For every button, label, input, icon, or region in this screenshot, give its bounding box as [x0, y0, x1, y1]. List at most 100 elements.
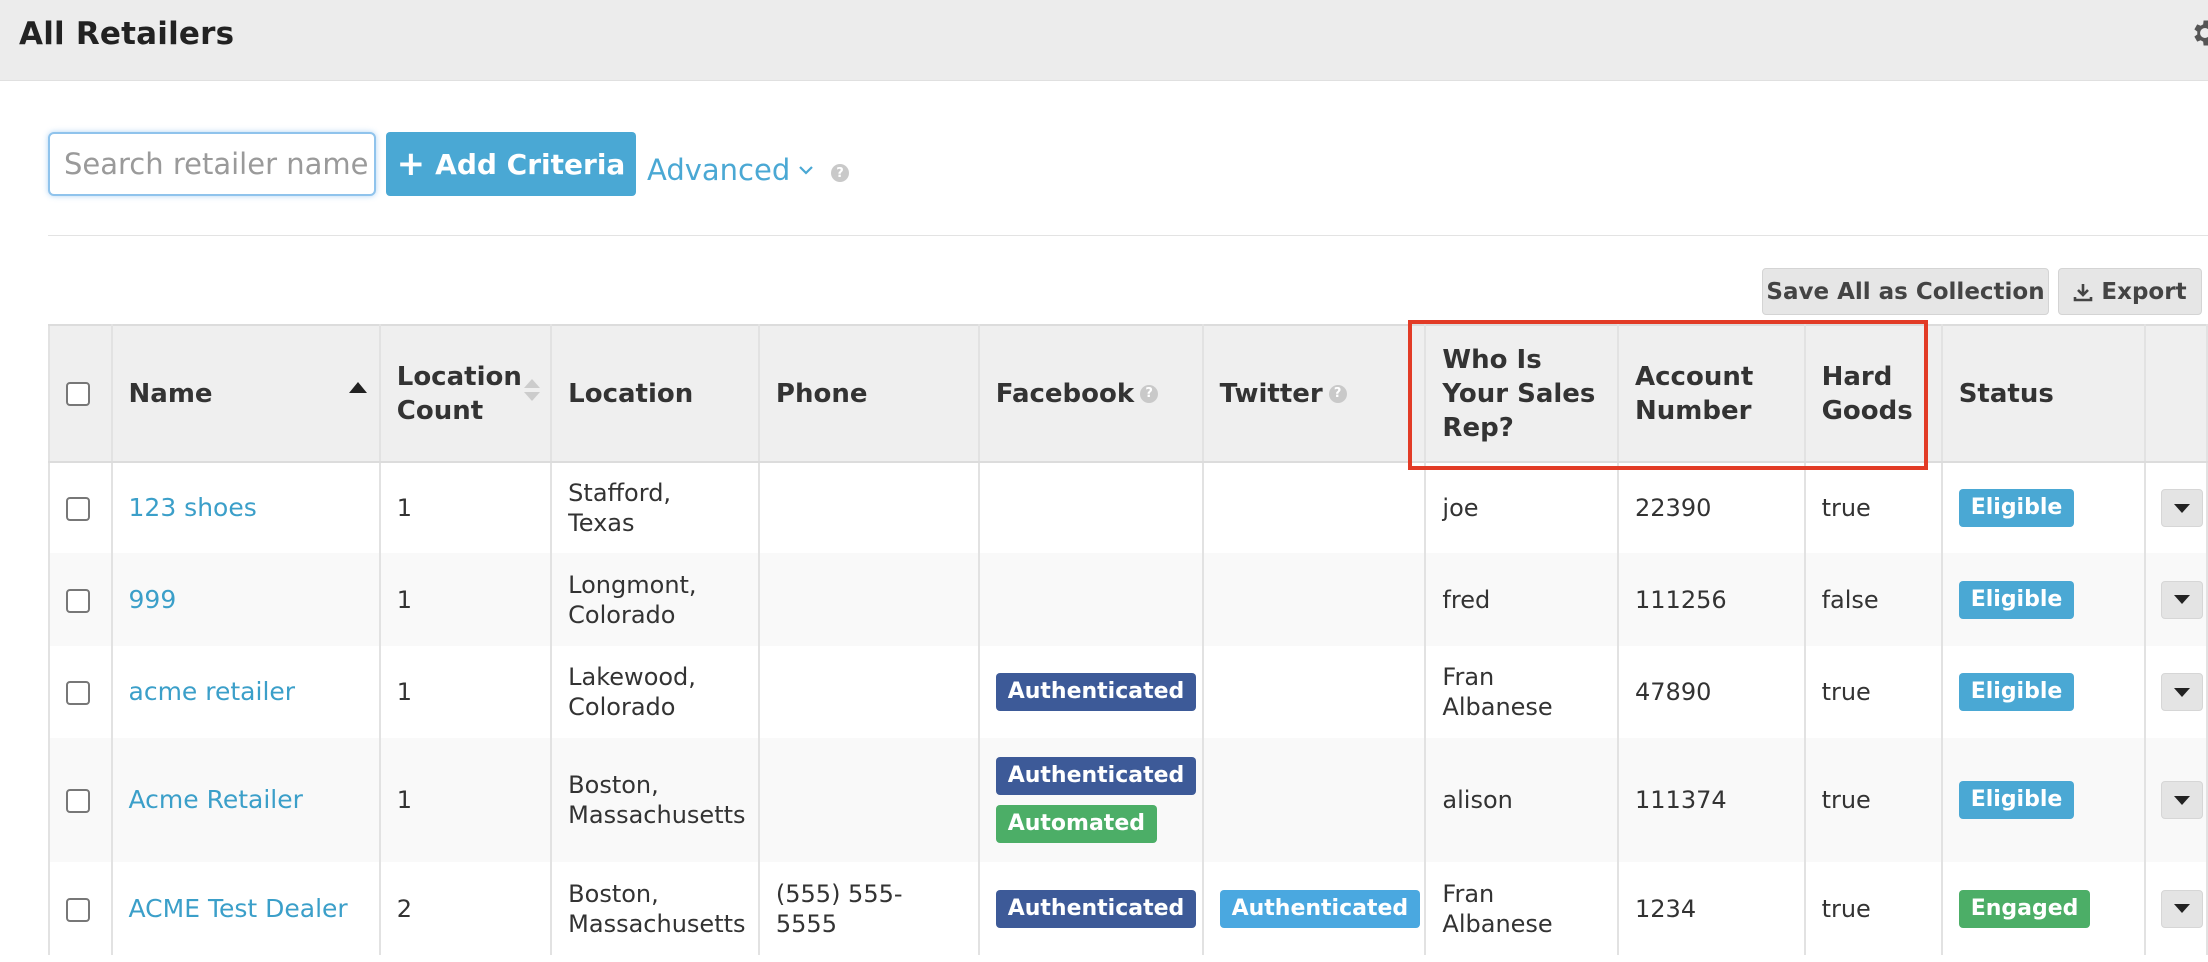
- download-icon: [2074, 283, 2093, 301]
- account-number-cell: 47890: [1617, 646, 1806, 738]
- table-header-row: Name Location Count Location Phone Faceb…: [48, 324, 2208, 463]
- retailer-name-link[interactable]: 999: [110, 553, 381, 646]
- row-checkbox[interactable]: [66, 497, 90, 521]
- status-cell: Eligible: [1940, 553, 2147, 646]
- retailer-name-link[interactable]: ACME Test Dealer: [110, 862, 381, 955]
- retailer-name-link[interactable]: acme retailer: [110, 646, 381, 738]
- hard-goods-cell: true: [1803, 738, 1943, 862]
- facebook-authenticated-badge: Authenticated: [995, 757, 1197, 795]
- column-header-twitter: Twitter?: [1201, 324, 1427, 463]
- export-label: Export: [2101, 278, 2187, 305]
- hard-goods-cell: true: [1803, 462, 1943, 553]
- location-cell: Boston, Massachusetts: [550, 738, 760, 862]
- gear-icon[interactable]: [2188, 16, 2208, 50]
- save-all-label: Save All as Collection: [1766, 278, 2045, 305]
- status-badge: Eligible: [1958, 673, 2075, 711]
- status-cell: Eligible: [1940, 646, 2147, 738]
- phone-cell: [757, 553, 980, 646]
- status-cell: Eligible: [1940, 462, 2147, 553]
- question-circle-icon[interactable]: ?: [1140, 385, 1159, 403]
- location-count: 1: [378, 738, 553, 862]
- column-header-sales-rep: Who Is Your Sales Rep?: [1424, 324, 1620, 463]
- facebook-authenticated-badge: Authenticated: [995, 673, 1197, 711]
- select-all-checkbox[interactable]: [66, 382, 90, 406]
- retailers-table: Name Location Count Location Phone Faceb…: [48, 324, 2208, 955]
- hard-goods-cell: true: [1803, 862, 1943, 955]
- location-count: 1: [378, 646, 553, 738]
- export-button[interactable]: Export: [2058, 268, 2202, 315]
- question-circle-icon[interactable]: ?: [1328, 385, 1347, 403]
- location-count: 1: [378, 462, 553, 553]
- status-badge: Engaged: [1958, 889, 2091, 928]
- column-header-facebook: Facebook?: [977, 324, 1204, 463]
- row-actions-dropdown[interactable]: [2161, 673, 2204, 711]
- caret-down-icon: [2174, 904, 2191, 913]
- plus-icon: +: [396, 144, 426, 184]
- status-badge: Eligible: [1958, 489, 2075, 527]
- phone-cell: [757, 646, 980, 738]
- column-header-account-number: Account Number: [1617, 324, 1806, 463]
- caret-down-icon: [2174, 595, 2191, 604]
- row-checkbox[interactable]: [66, 681, 90, 705]
- phone-cell: (555) 555-5555: [757, 862, 980, 955]
- facebook-cell: [977, 553, 1204, 646]
- location-cell: Lakewood, Colorado: [550, 646, 760, 738]
- column-header-location: Location: [550, 324, 760, 463]
- row-actions-dropdown[interactable]: [2161, 489, 2204, 527]
- advanced-label: Advanced: [647, 153, 791, 187]
- account-number-cell: 111256: [1617, 553, 1806, 646]
- table-row: Acme Retailer 1 Boston, Massachusetts Aut…: [48, 738, 2208, 862]
- row-actions-dropdown[interactable]: [2161, 781, 2204, 819]
- add-criteria-label: Add Criteria: [435, 147, 626, 181]
- status-cell: Eligible: [1940, 738, 2147, 862]
- account-number-cell: 111374: [1617, 738, 1806, 862]
- twitter-cell: [1201, 553, 1427, 646]
- status-badge: Eligible: [1958, 781, 2075, 819]
- twitter-cell: [1201, 646, 1427, 738]
- table-row: 999 1 Longmont, Colorado fred 111256 fals…: [48, 553, 2208, 646]
- column-header-hard-goods: Hard Goods: [1803, 324, 1943, 463]
- column-header-actions: [2144, 324, 2208, 463]
- sort-icon: [524, 379, 541, 401]
- divider: [48, 235, 2208, 236]
- facebook-cell: [977, 462, 1204, 553]
- search-input[interactable]: [48, 132, 376, 196]
- page-title: All Retailers: [19, 16, 235, 52]
- twitter-authenticated-badge: Authenticated: [1219, 889, 1421, 928]
- column-header-phone: Phone: [757, 324, 980, 463]
- add-criteria-button[interactable]: + Add Criteria: [386, 132, 636, 196]
- table-row: 123 shoes 1 Stafford, Texas joe 22390 tru…: [48, 462, 2208, 553]
- row-actions-dropdown[interactable]: [2161, 889, 2204, 928]
- hard-goods-cell: false: [1803, 553, 1943, 646]
- caret-down-icon: [2174, 795, 2191, 805]
- location-cell: Longmont, Colorado: [550, 553, 760, 646]
- facebook-cell: Authenticated: [977, 862, 1204, 955]
- sales-rep-cell: joe: [1424, 462, 1620, 553]
- facebook-cell: Authenticated Automated: [977, 738, 1204, 862]
- facebook-cell: Authenticated: [977, 646, 1204, 738]
- sales-rep-cell: Fran Albanese: [1424, 862, 1620, 955]
- table-row: acme retailer 1 Lakewood, Colorado Authen…: [48, 646, 2208, 738]
- retailer-name-link[interactable]: Acme Retailer: [110, 738, 381, 862]
- phone-cell: [757, 738, 980, 862]
- caret-down-icon: [2174, 503, 2191, 513]
- account-number-cell: 22390: [1617, 462, 1806, 553]
- account-number-cell: 1234: [1617, 862, 1806, 955]
- top-bar: All Retailers: [0, 0, 2208, 81]
- caret-down-icon: [2174, 687, 2191, 697]
- retailer-name-link[interactable]: 123 shoes: [110, 462, 381, 553]
- column-header-location-count[interactable]: Location Count: [378, 324, 553, 463]
- advanced-toggle[interactable]: Advanced: [647, 153, 814, 187]
- save-all-collection-button[interactable]: Save All as Collection: [1762, 268, 2049, 315]
- row-checkbox[interactable]: [66, 588, 90, 613]
- column-header-status: Status: [1940, 324, 2147, 463]
- phone-cell: [757, 462, 980, 553]
- twitter-cell: Authenticated: [1201, 862, 1427, 955]
- row-actions-dropdown[interactable]: [2161, 580, 2204, 619]
- row-checkbox[interactable]: [66, 789, 90, 813]
- sales-rep-cell: Fran Albanese: [1424, 646, 1620, 738]
- row-checkbox[interactable]: [66, 897, 90, 922]
- sales-rep-cell: alison: [1424, 738, 1620, 862]
- column-header-name[interactable]: Name: [110, 324, 381, 463]
- question-circle-icon[interactable]: ?: [831, 164, 849, 182]
